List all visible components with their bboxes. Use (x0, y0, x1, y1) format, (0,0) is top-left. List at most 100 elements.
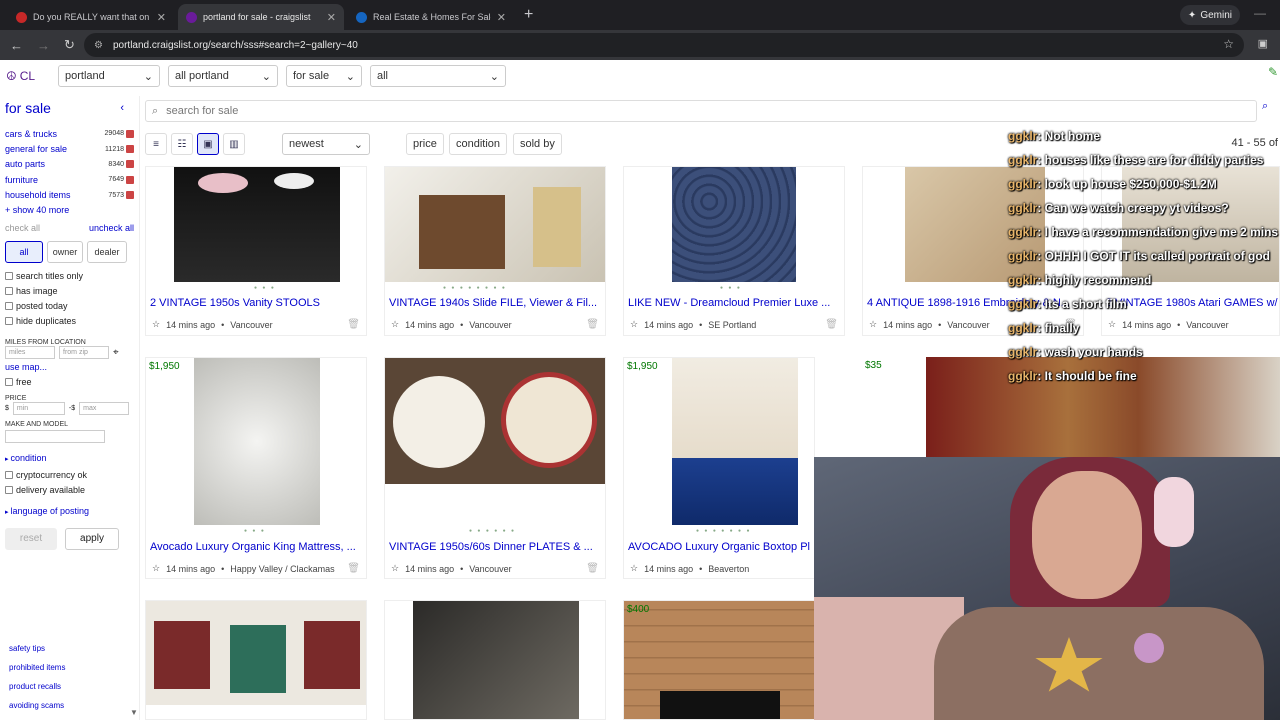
uncheck-all-link[interactable]: uncheck all (89, 223, 134, 233)
checkbox-icon[interactable] (5, 302, 13, 311)
location-select[interactable]: portland ⌄ (58, 65, 160, 87)
option-checkbox[interactable]: hide duplicates (5, 314, 134, 329)
category-label[interactable]: furniture (5, 175, 38, 185)
seller-dealer-button[interactable]: dealer (87, 240, 127, 263)
new-tab-icon[interactable]: + (524, 6, 533, 24)
category-label[interactable]: cars & trucks (5, 129, 57, 139)
category-item[interactable]: household items 7573 (5, 188, 134, 203)
condition-toggle[interactable]: ▸ condition (5, 453, 134, 463)
browser-tab[interactable]: Do you REALLY want that on yo ✕ (8, 4, 174, 30)
free-checkbox[interactable]: free (5, 375, 134, 390)
checkbox-checked-icon[interactable] (126, 191, 134, 200)
favorite-star-icon[interactable]: ☆ (152, 319, 160, 330)
listing-title[interactable]: 2 VINTAGE 1950s Vanity STOOLS (150, 297, 364, 309)
listing-image[interactable] (672, 358, 798, 525)
listing-image[interactable] (624, 601, 814, 719)
zip-input[interactable]: from zip (59, 345, 109, 359)
checkbox-checked-icon[interactable] (126, 129, 134, 138)
checkbox-icon[interactable] (5, 272, 13, 281)
close-tab-icon[interactable]: ✕ (327, 11, 336, 24)
footer-link[interactable]: safety tips (9, 644, 65, 663)
listing-title[interactable]: AVOCADO Luxury Organic Boxtop Pl (628, 541, 814, 553)
hide-trash-icon[interactable]: 🗑 (586, 319, 599, 330)
list-view-icon[interactable]: ≡ (145, 133, 167, 155)
listing-image[interactable] (146, 601, 366, 705)
listing-image[interactable] (385, 358, 605, 484)
forward-arrow-icon[interactable]: → (37, 38, 50, 53)
collapse-sidebar-icon[interactable]: ‹ (120, 102, 124, 114)
listing-card[interactable]: ● ● ● ● ● ● ● ● VINTAGE 1940s Slide FILE… (384, 166, 606, 336)
thumb-view-icon[interactable]: ☷ (171, 133, 193, 155)
cl-logo[interactable]: ☮ CL (6, 69, 50, 83)
option-checkbox[interactable]: delivery available (5, 483, 134, 498)
scroll-down-icon[interactable]: ▼ (130, 708, 138, 717)
listing-card[interactable] (145, 600, 367, 720)
category-item[interactable]: cars & trucks 29048 (5, 126, 134, 141)
category-item[interactable]: furniture 7649 (5, 172, 134, 187)
locate-icon[interactable]: ⌖ (113, 347, 119, 358)
area-select[interactable]: all portland ⌄ (168, 65, 278, 87)
listing-title[interactable]: VINTAGE 1940s Slide FILE, Viewer & Fil..… (389, 297, 603, 309)
option-checkbox[interactable]: search titles only (5, 269, 134, 284)
search-submit-icon[interactable]: ⌕ (1262, 100, 1280, 122)
close-tab-icon[interactable]: ✕ (157, 11, 166, 24)
listing-image[interactable] (672, 167, 796, 282)
show-more-link[interactable]: + show 40 more (5, 205, 134, 215)
listing-card[interactable]: ● ● ● ● ● ● VINTAGE 1950s/60s Dinner PLA… (384, 357, 606, 579)
seller-all-button[interactable]: all (5, 240, 43, 263)
map-view-icon[interactable]: ▥ (223, 133, 245, 155)
check-all-link[interactable]: check all (5, 223, 40, 233)
favorite-star-icon[interactable]: ☆ (630, 563, 638, 574)
apply-button[interactable]: apply (65, 527, 119, 550)
condition-filter-button[interactable]: condition (449, 133, 508, 155)
checkbox-icon[interactable] (5, 378, 13, 387)
category-item[interactable]: auto parts 8340 (5, 157, 134, 172)
option-checkbox[interactable]: cryptocurrency ok (5, 468, 134, 483)
category-label[interactable]: household items (5, 190, 71, 200)
category-label[interactable]: general for sale (5, 144, 67, 154)
checkbox-icon[interactable] (5, 317, 13, 326)
listing-title[interactable]: VINTAGE 1950s/60s Dinner PLATES & ... (389, 541, 603, 553)
favorite-star-icon[interactable]: ☆ (391, 319, 399, 330)
gemini-button[interactable]: ✦ Gemini (1179, 5, 1240, 25)
checkbox-icon[interactable] (5, 471, 13, 480)
footer-link[interactable]: prohibited items (9, 663, 65, 682)
checkbox-icon[interactable] (5, 287, 13, 296)
checkbox-checked-icon[interactable] (126, 160, 134, 169)
post-icon[interactable]: ✎ (1268, 65, 1278, 79)
listing-card[interactable]: $1,950 ● ● ● ● ● ● ● AVOCADO Luxury Orga… (623, 357, 815, 579)
sort-select[interactable]: newest ⌄ (282, 133, 370, 155)
bookmark-star-icon[interactable]: ☆ (1223, 37, 1234, 51)
favorite-star-icon[interactable]: ☆ (391, 563, 399, 574)
listing-image[interactable] (194, 358, 320, 525)
search-bar[interactable]: ⌕ search for sale (145, 100, 1257, 122)
browser-tab[interactable]: Real Estate & Homes For Sale - ✕ (348, 4, 514, 30)
listing-title[interactable]: LIKE NEW - Dreamcloud Premier Luxe ... (628, 297, 842, 309)
listing-title[interactable]: Avocado Luxury Organic King Mattress, ..… (150, 541, 364, 553)
checkbox-icon[interactable] (5, 486, 13, 495)
reload-icon[interactable]: ↻ (64, 37, 75, 53)
hide-trash-icon[interactable]: 🗑 (347, 319, 360, 330)
favorite-star-icon[interactable]: ☆ (630, 319, 638, 330)
category-item[interactable]: general for sale 11218 (5, 141, 134, 156)
category-label[interactable]: auto parts (5, 159, 45, 169)
minimize-window-icon[interactable]: — (1254, 6, 1266, 20)
site-info-icon[interactable]: ⚙ (94, 40, 103, 51)
sold-by-filter-button[interactable]: sold by (513, 133, 562, 155)
miles-input[interactable]: miles (5, 345, 55, 359)
make-model-input[interactable] (5, 429, 105, 443)
search-input[interactable]: search for sale (166, 105, 238, 117)
favorite-star-icon[interactable]: ☆ (869, 319, 877, 330)
option-checkbox[interactable]: has image (5, 284, 134, 299)
listing-card[interactable] (384, 600, 606, 720)
gallery-view-icon[interactable]: ▣ (197, 133, 219, 155)
browser-tab-active[interactable]: portland for sale - craigslist ✕ (178, 4, 344, 30)
min-price-input[interactable]: min (12, 401, 65, 415)
listing-card[interactable]: $400 (623, 600, 815, 720)
reset-button[interactable]: reset (5, 527, 57, 550)
listing-card[interactable]: $1,950 ● ● ● Avocado Luxury Organic King… (145, 357, 367, 579)
close-tab-icon[interactable]: ✕ (497, 11, 506, 24)
option-checkbox[interactable]: posted today (5, 299, 134, 314)
listing-image[interactable] (413, 601, 579, 719)
favorite-star-icon[interactable]: ☆ (152, 563, 160, 574)
